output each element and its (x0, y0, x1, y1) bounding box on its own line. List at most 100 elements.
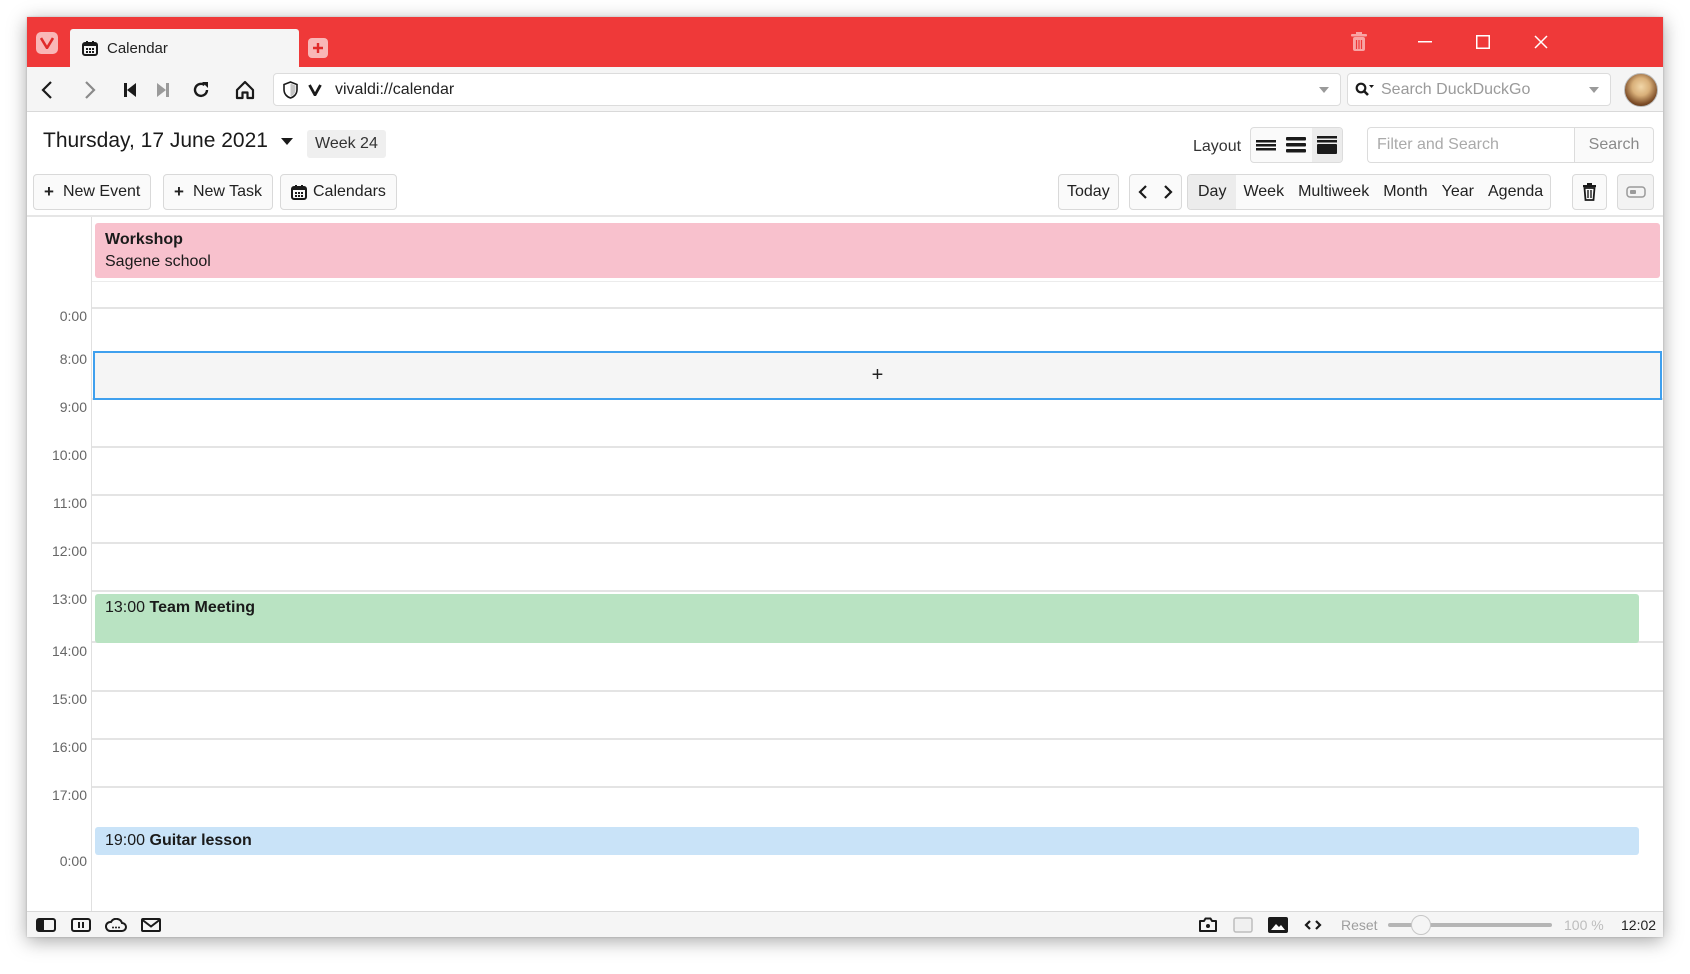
status-bar: Reset 100 % 12:02 (27, 911, 1663, 937)
delete-button[interactable] (1572, 174, 1607, 210)
calendars-button[interactable]: Calendars (280, 174, 397, 210)
minimize-icon (1418, 41, 1432, 43)
next-period-button[interactable] (1163, 185, 1173, 199)
new-event-button[interactable]: + New Event (33, 174, 152, 210)
view-mode-group: Day Week Multiweek Month Year Agenda (1187, 174, 1552, 210)
url-field[interactable]: vivaldi://calendar (273, 73, 1341, 106)
site-security-icon[interactable] (283, 80, 298, 99)
layout-label: Layout (1193, 138, 1242, 155)
hour-label: 17:00 (51, 787, 87, 803)
mail-icon (141, 918, 161, 932)
search-icon[interactable] (1355, 82, 1375, 98)
zoom-slider-handle[interactable] (1410, 915, 1431, 935)
new-event-slot[interactable]: + (93, 351, 1662, 400)
vivaldi-v-icon (308, 83, 322, 96)
profile-avatar[interactable] (1624, 73, 1658, 107)
view-agenda-button[interactable]: Agenda (1481, 175, 1550, 209)
view-multiweek-button[interactable]: Multiweek (1291, 175, 1376, 209)
forward-button[interactable] (76, 77, 104, 103)
fast-forward-icon (157, 83, 169, 97)
vivaldi-menu-button[interactable] (36, 32, 58, 54)
chevron-right-icon (1164, 185, 1173, 199)
capture-button[interactable] (1197, 916, 1219, 934)
hour-line (92, 738, 1663, 740)
sync-button[interactable] (105, 916, 127, 934)
week-badge[interactable]: Week 24 (307, 130, 386, 158)
hour-label: 0:00 (59, 853, 87, 869)
plus-icon (313, 43, 323, 53)
page-actions-button[interactable] (1302, 916, 1324, 934)
camera-icon (1199, 917, 1217, 932)
view-year-button[interactable]: Year (1435, 175, 1481, 209)
layout-compact-button[interactable] (1251, 128, 1281, 162)
hour-line (92, 690, 1663, 692)
add-event-icon: + (871, 364, 884, 386)
page-tiling-button[interactable] (1232, 916, 1254, 934)
event-location: Sagene school (105, 253, 211, 270)
view-week-button[interactable]: Week (1236, 175, 1291, 209)
event-workshop[interactable]: Workshop Sagene school (95, 223, 1660, 278)
home-button[interactable] (231, 77, 259, 103)
rewind-button[interactable] (116, 77, 144, 103)
layout-density-group (1250, 127, 1343, 163)
fast-forward-button[interactable] (149, 77, 177, 103)
image-icon (1268, 917, 1288, 933)
view-month-button[interactable]: Month (1376, 175, 1434, 209)
previous-period-button[interactable] (1138, 185, 1148, 199)
maximize-button[interactable] (1463, 29, 1503, 55)
url-dropdown-icon[interactable] (1319, 86, 1329, 93)
closed-tabs-trash-button[interactable] (1345, 29, 1373, 55)
reload-icon (193, 82, 209, 98)
chevron-left-icon (1138, 185, 1147, 199)
layout-medium-button[interactable] (1281, 128, 1311, 162)
date-picker-button[interactable]: Thursday, 17 June 2021 (43, 129, 293, 153)
hour-label: 11:00 (53, 495, 87, 511)
zoom-reset-button[interactable]: Reset (1341, 917, 1378, 933)
panel-toggle-button[interactable] (35, 916, 57, 934)
hour-label: 13:00 (51, 591, 87, 607)
event-time: 13:00 (105, 599, 146, 616)
hour-line (92, 542, 1663, 544)
hour-line (92, 590, 1663, 592)
filter-search-input[interactable] (1367, 127, 1574, 163)
url-text: vivaldi://calendar (335, 80, 455, 98)
density-compact-icon (1256, 140, 1277, 151)
reload-button[interactable] (187, 77, 215, 103)
today-button[interactable]: Today (1058, 174, 1119, 210)
layout-expanded-button[interactable] (1311, 128, 1342, 162)
hour-label: 15:00 (51, 691, 87, 707)
close-window-button[interactable] (1521, 29, 1561, 55)
mail-button[interactable] (140, 916, 162, 934)
tile-tabs-button[interactable] (70, 916, 92, 934)
hour-label: 14:00 (51, 643, 87, 659)
toggle-panel-button[interactable] (1617, 174, 1654, 210)
images-toggle-button[interactable] (1267, 916, 1289, 934)
cloud-icon (105, 918, 127, 932)
calendar-icon (291, 184, 307, 200)
tab-bar: Calendar (27, 17, 1663, 67)
close-icon (1534, 35, 1548, 49)
vivaldi-logo-icon (40, 37, 54, 49)
density-expanded-icon (1316, 136, 1337, 154)
search-button[interactable]: Search (1574, 127, 1654, 163)
hour-label: 10:00 (51, 447, 87, 463)
rewind-icon (124, 83, 136, 97)
panel-icon (36, 918, 56, 932)
new-tab-button[interactable] (308, 38, 328, 58)
minimize-button[interactable] (1405, 29, 1445, 55)
calendars-label: Calendars (313, 183, 386, 200)
tab-calendar[interactable]: Calendar (70, 29, 299, 67)
search-engine-dropdown-icon[interactable] (1589, 86, 1599, 93)
search-engine-field[interactable]: Search DuckDuckGo (1347, 73, 1611, 106)
chevron-left-icon (41, 81, 52, 99)
back-button[interactable] (33, 77, 61, 103)
home-icon (235, 80, 255, 100)
new-task-button[interactable]: + New Task (163, 174, 273, 210)
view-day-button[interactable]: Day (1188, 175, 1237, 209)
event-title: Workshop (105, 231, 183, 248)
hour-label: 9:00 (59, 399, 87, 415)
event-guitar-lesson[interactable]: 19:00 Guitar lesson (95, 827, 1639, 855)
day-view-grid[interactable]: Workshop Sagene school 0:00 8:00 9:00 10:00… (27, 217, 1663, 911)
trash-icon (1351, 32, 1367, 51)
event-team-meeting[interactable]: 13:00 Team Meeting (95, 594, 1639, 643)
